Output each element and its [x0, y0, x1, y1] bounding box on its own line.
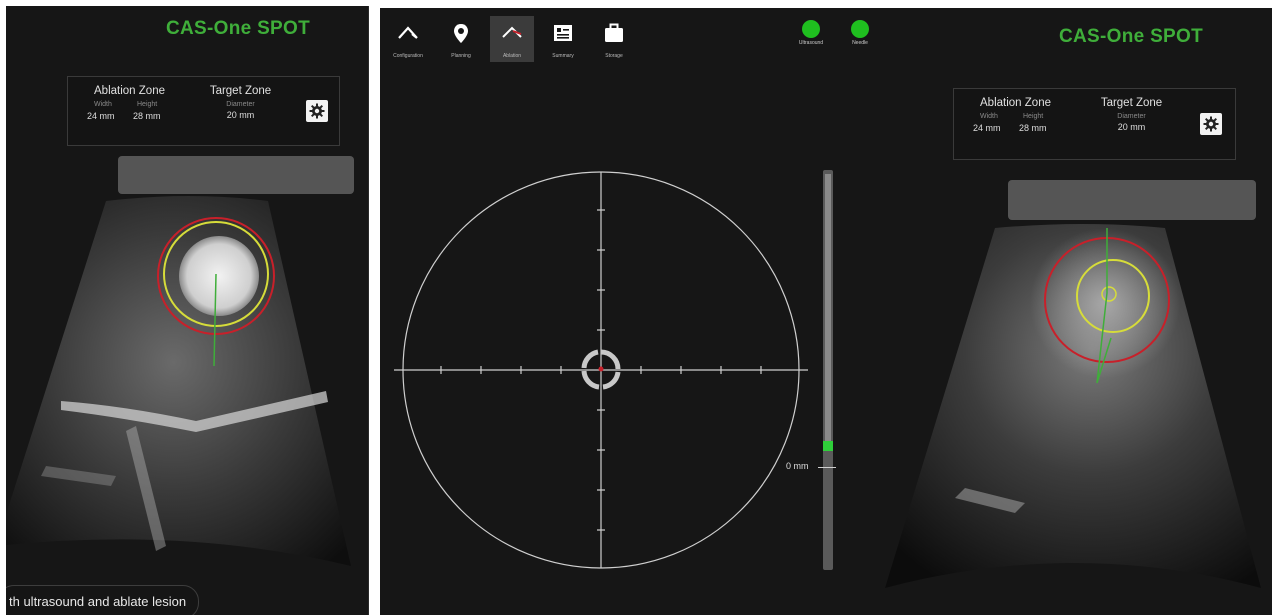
- toolbar-ablation-label: Ablation: [502, 53, 522, 59]
- redacted-bar: [1008, 180, 1256, 220]
- diameter-label: Diameter: [1117, 113, 1146, 120]
- ultrasound-image: [6, 196, 351, 566]
- depth-slider-handle[interactable]: [823, 441, 833, 451]
- width-label: Width: [980, 113, 998, 120]
- needle-guidance-target: [394, 171, 808, 569]
- right-ultrasound-view: [885, 180, 1261, 588]
- zone-info-box: Ablation Zone Width Height 24 mm 28 mm T…: [953, 88, 1236, 160]
- toolbar-planning-button[interactable]: Planning: [439, 16, 483, 62]
- summary-icon: [554, 25, 572, 41]
- toolbar-configuration-label: Configuration: [393, 53, 423, 59]
- width-value: 24 mm: [973, 123, 1001, 133]
- instruction-hint: th ultrasound and ablate lesion: [6, 585, 200, 615]
- status-needle: Needle: [840, 20, 880, 46]
- brand-logo: CAS-One SPOT: [1059, 26, 1204, 47]
- location-pin-icon: [454, 24, 468, 43]
- right-screen-panel: Configuration Planning Ablation Summary …: [380, 8, 1272, 615]
- left-ultrasound-view: [6, 156, 354, 566]
- briefcase-icon: [605, 23, 623, 42]
- status-needle-indicator: [851, 20, 869, 38]
- status-ultrasound-label: Ultrasound: [798, 40, 824, 46]
- toolbar-ablation-button[interactable]: Ablation: [490, 16, 534, 62]
- ablation-zone-group: Ablation Zone Width Height 24 mm 28 mm: [968, 97, 1063, 143]
- height-value: 28 mm: [1019, 123, 1047, 133]
- depth-slider-fill: [825, 174, 831, 441]
- status-ultrasound: Ultrasound: [791, 20, 831, 46]
- left-screen-panel: CAS-One SPOT Ablation Zone Width Height …: [6, 6, 369, 615]
- toolbar-summary-button[interactable]: Summary: [541, 16, 585, 62]
- lesion: [179, 236, 259, 316]
- settings-button[interactable]: [1200, 113, 1222, 135]
- toolbar-summary-label: Summary: [552, 53, 574, 59]
- redacted-bar: [118, 156, 354, 194]
- status-needle-label: Needle: [852, 40, 868, 46]
- depth-slider-track[interactable]: [823, 170, 833, 570]
- configuration-icon: [398, 26, 418, 39]
- depth-readout: 0 mm: [786, 461, 809, 471]
- height-label: Height: [1023, 113, 1044, 120]
- ablation-zone-title: Ablation Zone: [980, 97, 1051, 109]
- gear-icon: [1203, 116, 1219, 132]
- diameter-value: 20 mm: [1117, 122, 1146, 132]
- target-zone-group: Target Zone Diameter 20 mm: [1089, 97, 1174, 132]
- ablation-icon: [502, 26, 522, 38]
- toolbar-storage-button[interactable]: Storage: [592, 16, 636, 62]
- status-ultrasound-indicator: [802, 20, 820, 38]
- toolbar-planning-label: Planning: [451, 53, 471, 59]
- toolbar-configuration-button[interactable]: Configuration: [386, 16, 430, 62]
- depth-zero-marker: [818, 467, 836, 468]
- toolbar-storage-label: Storage: [605, 53, 623, 59]
- target-zone-title: Target Zone: [1100, 97, 1163, 109]
